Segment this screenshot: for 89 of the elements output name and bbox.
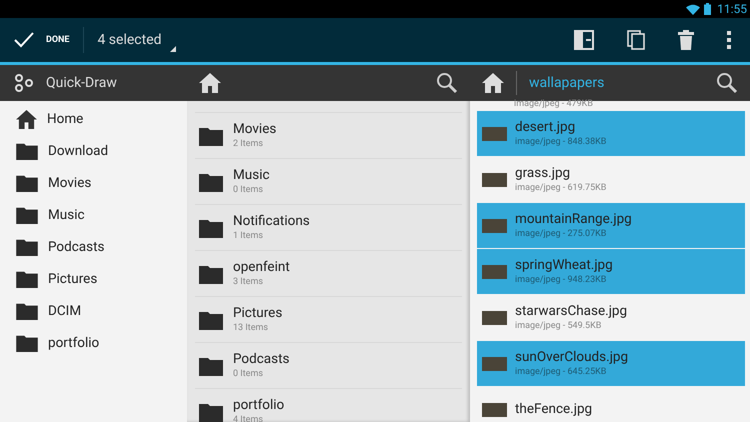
folder-icon xyxy=(199,218,223,238)
file-details: image/jpeg - 848.38KB xyxy=(515,136,606,148)
folder-row[interactable]: Podcasts 0 Items xyxy=(195,342,462,388)
folder-icon xyxy=(16,270,38,288)
photo-placeholder xyxy=(482,264,507,278)
battery-icon xyxy=(704,3,712,15)
file-details: image/jpeg - 275.07KB xyxy=(515,228,608,240)
file-details: image/jpeg - 645.25KB xyxy=(515,366,608,378)
clock-time: 11:55 xyxy=(717,2,747,16)
folder-row[interactable]: Music 0 Items xyxy=(195,158,462,204)
folder-name: Notifications xyxy=(233,212,310,230)
folder-row[interactable]: portfolio 4 Items xyxy=(195,388,462,422)
item-count: 1 Items xyxy=(233,230,264,242)
file-name: desert.jpg xyxy=(515,118,576,136)
folder-icon xyxy=(16,302,38,320)
folder-name: Music xyxy=(233,166,270,184)
sidebar-item[interactable]: Podcasts xyxy=(0,231,187,263)
sidebar-item[interactable]: Download xyxy=(0,135,187,167)
file-name: mountainRange.jpg xyxy=(515,210,632,228)
photo-placeholder xyxy=(482,126,507,140)
folder-name: Pictures xyxy=(233,304,282,322)
breadcrumb-folder[interactable]: wallapapers xyxy=(529,75,604,91)
split-pane-icon[interactable] xyxy=(574,30,594,50)
folder-icon xyxy=(16,334,38,352)
item-count: 13 Items xyxy=(233,322,270,334)
search-icon[interactable] xyxy=(436,72,458,94)
trash-icon[interactable] xyxy=(678,30,694,50)
item-count: 0 Items xyxy=(233,368,264,380)
folder-icon xyxy=(199,402,223,422)
sidebar-item[interactable]: Pictures xyxy=(0,263,187,295)
photo-placeholder xyxy=(482,172,507,186)
folder-name: openfeint xyxy=(233,258,290,276)
file-row[interactable]: springWheat.jpg image/jpeg - 948.23KB xyxy=(477,249,745,294)
sidebar-item[interactable]: portfolio xyxy=(0,327,187,359)
file-name: starwarsChase.jpg xyxy=(515,302,628,320)
folder-icon xyxy=(16,206,38,224)
file-row[interactable]: grass.jpg image/jpeg - 619.75KB xyxy=(477,157,745,202)
file-details: image/jpeg - 948.23KB xyxy=(515,274,608,286)
file-details: image/jpeg - 479KB xyxy=(513,98,594,111)
folder-icon xyxy=(199,310,223,330)
photo-placeholder xyxy=(482,310,507,324)
folder-row[interactable]: openfeint 3 Items xyxy=(195,250,462,296)
sidebar-item[interactable]: Movies xyxy=(0,167,187,199)
checkmark-icon xyxy=(14,32,34,48)
folder-name: portfolio xyxy=(233,396,284,414)
wifi-icon xyxy=(686,4,700,14)
folder-icon xyxy=(199,126,223,146)
sidebar-item[interactable]: Music xyxy=(0,199,187,231)
done-button[interactable]: DONE xyxy=(0,18,84,62)
overflow-menu-icon[interactable] xyxy=(727,31,731,49)
file-row[interactable]: theFence.jpg xyxy=(477,387,745,422)
item-count: 4 Items xyxy=(233,414,264,422)
file-details: image/jpeg - 549.5KB xyxy=(515,320,602,332)
folder-row[interactable]: Notifications 1 Items xyxy=(195,204,462,250)
file-details: image/jpeg - 619.75KB xyxy=(515,182,606,194)
file-row[interactable]: desert.jpg image/jpeg - 848.38KB xyxy=(477,111,745,156)
copy-icon[interactable] xyxy=(627,30,645,50)
file-name: theFence.jpg xyxy=(515,401,592,418)
folder-icon xyxy=(16,174,38,192)
folder-icon xyxy=(16,142,38,160)
folder-row[interactable]: Movies 2 Items xyxy=(195,112,462,158)
folder-icon xyxy=(16,238,38,256)
selection-count-dropdown[interactable]: 4 selected xyxy=(84,32,182,48)
file-row[interactable]: starwarsChase.jpg image/jpeg - 549.5KB xyxy=(477,295,745,340)
file-row[interactable]: sunOverClouds.jpg image/jpeg - 645.25KB xyxy=(477,341,745,386)
home-icon[interactable] xyxy=(199,73,221,93)
search-icon[interactable] xyxy=(716,72,738,94)
folder-icon xyxy=(199,356,223,376)
photo-placeholder xyxy=(482,356,507,370)
sidebar-item[interactable]: DCIM xyxy=(0,295,187,327)
home-icon[interactable] xyxy=(482,73,504,93)
photo-placeholder xyxy=(482,218,507,232)
file-name: springWheat.jpg xyxy=(515,256,613,274)
item-count: 2 Items xyxy=(233,138,264,150)
folder-name: Movies xyxy=(233,120,276,138)
folder-icon xyxy=(199,172,223,192)
dropdown-corner-icon xyxy=(170,46,176,52)
folder-row[interactable]: Pictures 13 Items xyxy=(195,296,462,342)
file-row[interactable]: mountainRange.jpg image/jpeg - 275.07KB xyxy=(477,203,745,248)
home-icon xyxy=(16,110,37,128)
item-count: 3 Items xyxy=(233,276,264,288)
file-name: grass.jpg xyxy=(515,164,572,182)
folder-icon xyxy=(199,264,223,284)
sidebar-item[interactable]: Home xyxy=(0,103,187,135)
file-name: sunOverClouds.jpg xyxy=(515,348,628,366)
item-count: 0 Items xyxy=(233,184,264,196)
sidebar-title: Quick-Draw xyxy=(46,75,117,91)
folder-name: Podcasts xyxy=(233,350,290,368)
photo-placeholder xyxy=(482,402,507,416)
